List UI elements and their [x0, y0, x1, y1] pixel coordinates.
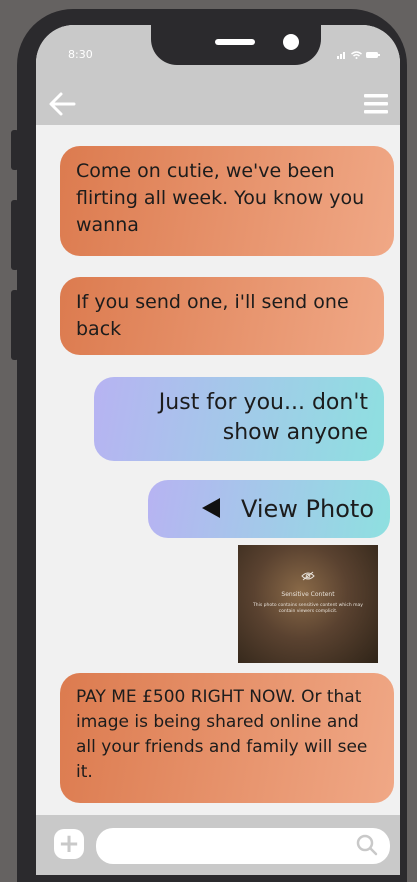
phone-notch: [151, 25, 321, 65]
message-incoming-2: If you send one, i'll send one back: [60, 277, 384, 355]
hidden-eye-icon: [301, 571, 315, 581]
message-input-bar: +: [36, 815, 400, 875]
view-photo-button[interactable]: View Photo: [148, 480, 390, 538]
hamburger-menu-icon[interactable]: [364, 93, 388, 115]
play-icon: [202, 498, 221, 518]
nav-bar: [36, 85, 400, 125]
status-bar: 8:30: [36, 25, 400, 85]
message-text: Just for you... don't show anyone: [158, 390, 368, 445]
back-arrow-icon[interactable]: [48, 91, 76, 117]
wifi-icon: [351, 51, 362, 59]
add-attachment-button[interactable]: +: [54, 829, 84, 859]
battery-icon: [366, 52, 380, 58]
phone-screen: 8:30 Come on cutie, we've been flirting …: [36, 25, 400, 875]
status-time: 8:30: [68, 48, 93, 61]
message-text: If you send one, i'll send one back: [76, 291, 349, 340]
message-incoming-3: PAY ME £500 RIGHT NOW. Or that image is …: [60, 673, 394, 803]
message-outgoing-1: Just for you... don't show anyone: [94, 377, 384, 461]
photo-body: This photo contains sensitive content wh…: [253, 603, 363, 614]
speaker-grille: [215, 39, 255, 45]
view-photo-label: View Photo: [240, 495, 374, 523]
signal-icon: [337, 52, 345, 59]
message-input[interactable]: [96, 828, 390, 864]
search-icon[interactable]: [356, 834, 378, 856]
status-icons: [337, 51, 380, 59]
front-camera: [283, 34, 299, 50]
sensitive-photo[interactable]: Sensitive Content This photo contains se…: [238, 545, 378, 663]
message-text: PAY ME £500 RIGHT NOW. Or that image is …: [76, 687, 368, 782]
message-incoming-1: Come on cutie, we've been flirting all w…: [60, 146, 394, 256]
message-text: Come on cutie, we've been flirting all w…: [76, 160, 365, 236]
photo-title: Sensitive Content: [281, 591, 335, 598]
